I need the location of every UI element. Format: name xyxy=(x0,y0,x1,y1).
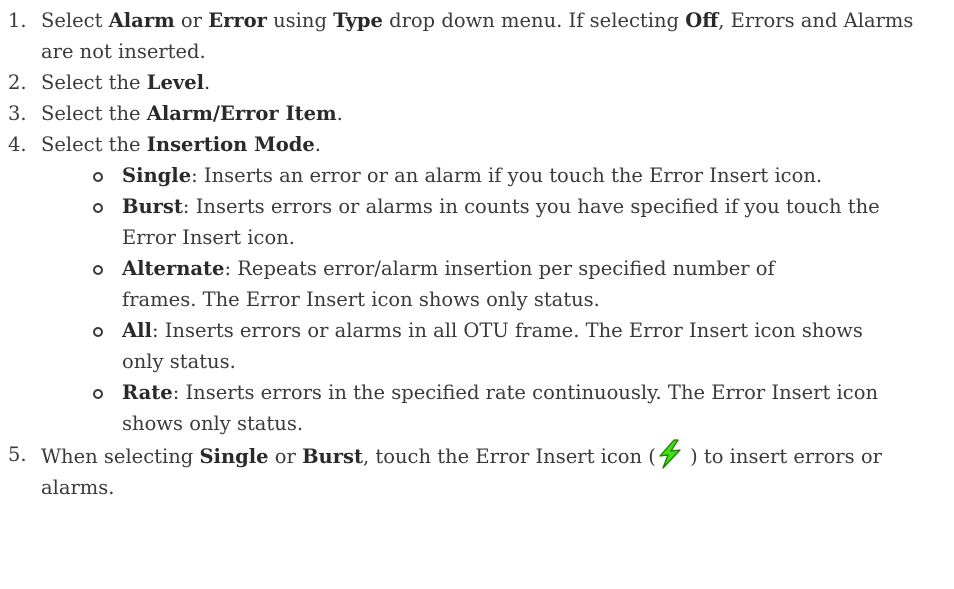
alarm-error-item-term: Alarm/Error Item xyxy=(146,102,337,125)
mode-term: All xyxy=(122,319,152,342)
mode-item-rate: Rate: Inserts errors in the specified ra… xyxy=(8,377,942,439)
step-3: 3. Select the Alarm/Error Item. xyxy=(8,98,954,129)
insertion-mode-list: Single: Inserts an error or an alarm if … xyxy=(8,160,954,439)
mode-description: : Inserts errors or alarms in all OTU fr… xyxy=(122,319,863,373)
step-number: 1. xyxy=(8,9,27,32)
instruction-list: 1. Select Alarm or Error using Type drop… xyxy=(0,0,954,503)
bullet-icon xyxy=(93,389,103,399)
bullet-icon xyxy=(93,172,103,182)
lightning-bolt-icon xyxy=(659,439,681,469)
type-term: Type xyxy=(333,9,383,32)
step-text: Select the Alarm/Error Item. xyxy=(41,102,343,125)
bullet-icon xyxy=(93,265,103,275)
mode-item-single: Single: Inserts an error or an alarm if … xyxy=(8,160,932,191)
error-term: Error xyxy=(208,9,267,32)
step-5: 5. When selecting Single or Burst, touch… xyxy=(8,439,921,503)
level-term: Level xyxy=(146,71,205,94)
step-text: Select the Level. xyxy=(41,71,211,94)
bullet-icon xyxy=(93,327,103,337)
step-number: 2. xyxy=(8,71,27,94)
mode-description: : Inserts errors in the specified rate c… xyxy=(122,381,878,435)
step-number: 3. xyxy=(8,102,27,125)
step-text: Select the Insertion Mode. xyxy=(41,133,321,156)
bullet-icon xyxy=(93,203,103,213)
mode-item-all: All: Inserts errors or alarms in all OTU… xyxy=(8,315,902,377)
step-text: Select Alarm or Error using Type drop do… xyxy=(41,9,914,63)
mode-term: Single xyxy=(122,164,192,187)
step-1: 1. Select Alarm or Error using Type drop… xyxy=(8,5,951,67)
mode-term: Alternate xyxy=(122,257,225,280)
mode-item-alternate: Alternate: Repeats error/alarm insertion… xyxy=(8,253,802,315)
alarm-term: Alarm xyxy=(108,9,175,32)
step-number: 5. xyxy=(8,443,27,466)
mode-description: : Inserts errors or alarms in counts you… xyxy=(122,195,880,249)
step-4: 4. Select the Insertion Mode. xyxy=(8,129,954,160)
off-term: Off xyxy=(685,9,719,32)
mode-description: : Inserts an error or an alarm if you to… xyxy=(191,164,823,187)
mode-term: Rate xyxy=(122,381,173,404)
burst-term: Burst xyxy=(302,445,363,468)
step-2: 2. Select the Level. xyxy=(8,67,954,98)
mode-item-burst: Burst: Inserts errors or alarms in count… xyxy=(8,191,912,253)
single-term: Single xyxy=(199,445,269,468)
step-text: When selecting Single or Burst, touch th… xyxy=(41,439,882,499)
step-number: 4. xyxy=(8,133,27,156)
insertion-mode-term: Insertion Mode xyxy=(146,133,315,156)
mode-term: Burst xyxy=(122,195,183,218)
